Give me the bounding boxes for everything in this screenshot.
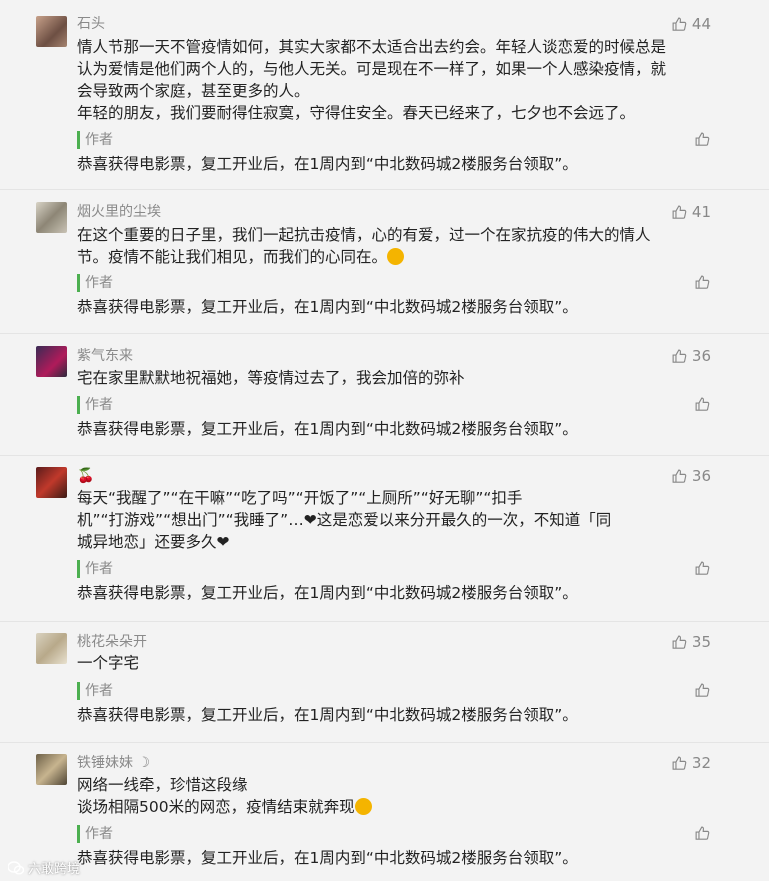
- avatar[interactable]: [36, 346, 67, 377]
- thumb-up-icon[interactable]: [694, 274, 711, 291]
- comment-item: 紫气东来 36 宅在家里默默地祝福她，等疫情过去了，我会加倍的弥补 作者 恭喜获…: [0, 334, 769, 456]
- thumb-up-icon: [672, 205, 687, 219]
- comment-text: 每天“我醒了”“在干嘛”“吃了吗”“开饭了”“上厕所”“好无聊”“扣手 机”“打…: [77, 489, 612, 551]
- like-button[interactable]: 41: [671, 202, 711, 222]
- like-count: 41: [691, 203, 711, 221]
- like-count: 36: [691, 467, 711, 485]
- thumb-up-icon: [672, 469, 687, 483]
- comment-item: 铁锤妹妹 ☽ 32 网络一线牵，珍惜这段缘 谈场相隔500米的网恋，疫情结束就奔…: [0, 743, 769, 881]
- watermark: 六敢跨境: [8, 858, 80, 877]
- comment-item: 石头 44 情人节那一天不管疫情如何，其实大家都不太适合出去约会。年轻人谈恋爱的…: [0, 0, 769, 190]
- reply-text: 恭喜获得电影票，复工开业后，在1周内到“中北数码城2楼服务台领取”。: [77, 298, 578, 316]
- like-count: 35: [691, 633, 711, 651]
- thumb-up-icon[interactable]: [694, 131, 711, 148]
- thumb-up-icon[interactable]: [694, 560, 711, 577]
- avatar[interactable]: [36, 202, 67, 233]
- reply-author-label: 作者: [77, 396, 113, 414]
- reply-author-label: 作者: [77, 825, 113, 843]
- like-button[interactable]: 32: [671, 753, 711, 773]
- reply-author-label: 作者: [77, 131, 113, 149]
- commenter-name[interactable]: 桃花朵朵开: [77, 632, 147, 652]
- reply-text: 恭喜获得电影票，复工开业后，在1周内到“中北数码城2楼服务台领取”。: [77, 849, 578, 867]
- avatar[interactable]: [36, 754, 67, 785]
- watermark-text: 六敢跨境: [28, 862, 81, 877]
- commenter-name[interactable]: 🍒: [77, 466, 94, 486]
- reply-text: 恭喜获得电影票，复工开业后，在1周内到“中北数码城2楼服务台领取”。: [77, 584, 578, 602]
- reply-author-label: 作者: [77, 274, 113, 292]
- thumb-up-icon: [672, 17, 687, 31]
- thumb-up-icon[interactable]: [694, 396, 711, 413]
- avatar[interactable]: [36, 16, 67, 47]
- reply-text: 恭喜获得电影票，复工开业后，在1周内到“中北数码城2楼服务台领取”。: [77, 420, 578, 438]
- avatar[interactable]: [36, 467, 67, 498]
- comment-item: 桃花朵朵开 35 一个字宅 作者 恭喜获得电影票，复工开业后，在1周内到“中北数…: [0, 622, 769, 743]
- comment-item: 烟火里的尘埃 41 在这个重要的日子里，我们一起抗击疫情，心的有爱，过一个在家抗…: [0, 190, 769, 334]
- thumb-up-icon: [672, 349, 687, 363]
- like-count: 36: [691, 347, 711, 365]
- reply-text: 恭喜获得电影票，复工开业后，在1周内到“中北数码城2楼服务台领取”。: [77, 155, 578, 173]
- comment-text: 网络一线牵，珍惜这段缘 谈场相隔500米的网恋，疫情结束就奔现: [77, 774, 717, 818]
- avatar[interactable]: [36, 633, 67, 664]
- comment-item: 🍒 36 每天“我醒了”“在干嘛”“吃了吗”“开饭了”“上厕所”“好无聊”“扣手…: [0, 456, 769, 622]
- like-button[interactable]: 44: [671, 14, 711, 34]
- like-count: 44: [691, 15, 711, 33]
- like-button[interactable]: 35: [671, 632, 711, 652]
- reply-author-label: 作者: [77, 560, 113, 578]
- broken-heart-icon: ❤: [216, 533, 230, 551]
- commenter-name[interactable]: 烟火里的尘埃: [77, 202, 161, 222]
- wechat-logo-icon: [8, 860, 24, 874]
- thumb-up-icon[interactable]: [694, 825, 711, 842]
- thumb-up-icon: [672, 756, 687, 770]
- fist-emoji-icon: [387, 248, 405, 265]
- comment-text: 情人节那一天不管疫情如何，其实大家都不太适合出去约会。年轻人谈恋爱的时候总是 认…: [77, 38, 667, 122]
- comment-text: 宅在家里默默地祝福她，等疫情过去了，我会加倍的弥补: [77, 369, 465, 387]
- thumb-up-icon: [672, 635, 687, 649]
- commenter-name[interactable]: 石头: [77, 14, 105, 34]
- reply-text: 恭喜获得电影票，复工开业后，在1周内到“中北数码城2楼服务台领取”。: [77, 706, 578, 724]
- laughing-emoji-icon: [354, 798, 372, 815]
- broken-heart-icon: ❤: [303, 511, 317, 529]
- thumb-up-icon[interactable]: [694, 682, 711, 699]
- comment-text: 一个字宅: [77, 654, 140, 672]
- like-count: 32: [691, 754, 711, 772]
- commenter-name[interactable]: 铁锤妹妹 ☽: [77, 753, 150, 773]
- commenter-name[interactable]: 紫气东来: [77, 346, 133, 366]
- comment-text: 在这个重要的日子里，我们一起抗击疫情，心的有爱，过一个在家抗疫的伟大的情人 节。…: [77, 226, 651, 266]
- reply-author-label: 作者: [77, 682, 113, 700]
- like-button[interactable]: 36: [671, 346, 711, 366]
- moon-icon: ☽: [137, 755, 151, 771]
- like-button[interactable]: 36: [671, 466, 711, 486]
